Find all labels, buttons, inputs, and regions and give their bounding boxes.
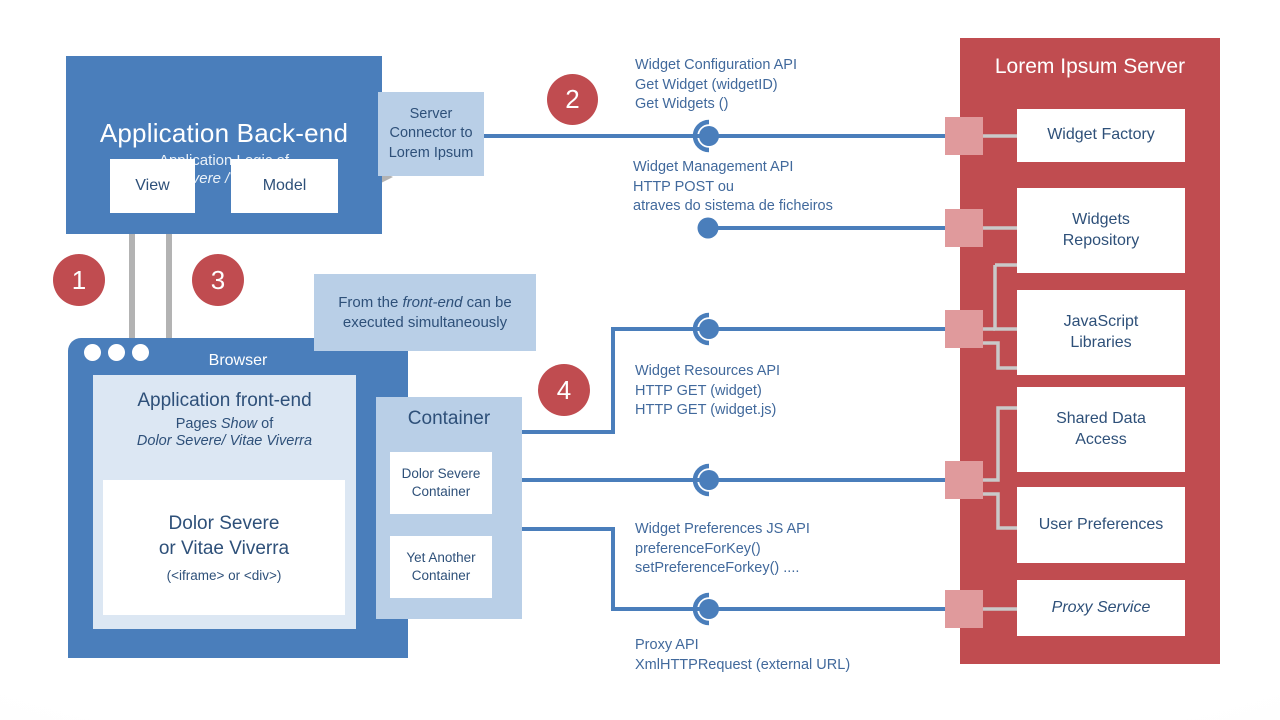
browser-label: Browser bbox=[208, 352, 268, 369]
service-box-javascript-libraries[interactable]: JavaScript Libraries bbox=[1017, 290, 1185, 375]
port-user-preferences bbox=[945, 461, 983, 499]
service-box-label: JavaScript Libraries bbox=[1063, 313, 1139, 351]
service-box-user-preferences[interactable]: User Preferences bbox=[1017, 487, 1185, 563]
iframe-box-line-1: Dolor Severe or Vitae Viverra bbox=[158, 513, 290, 559]
backend-title: Application Back-end bbox=[99, 117, 349, 148]
diagram-canvas: Application Back-end Application Logic o… bbox=[0, 0, 1280, 720]
step-number-3: 3 bbox=[192, 254, 244, 306]
service-box-label: User Preferences bbox=[1038, 515, 1164, 533]
server-connector-box[interactable]: Server Connector to Lorem Ipsum bbox=[378, 92, 484, 176]
server-connector-line-3: Lorem Ipsum bbox=[388, 144, 474, 161]
label-widget-management-api: Widget Management API HTTP POST ou atrav… bbox=[633, 159, 833, 215]
container-box-line-2: Container bbox=[411, 484, 471, 499]
service-box-widget-factory[interactable]: Widget Factory bbox=[1017, 109, 1185, 162]
frontend-subtitle-1: Pages Show of bbox=[175, 416, 274, 432]
frontend-subtitle-2: Dolor Severe/ Vitae Viverra bbox=[136, 433, 313, 449]
container-title: Container bbox=[407, 408, 491, 429]
label-widget-configuration-api: Widget Configuration API Get Widget (wid… bbox=[635, 57, 798, 113]
label-widget-preferences-js-api: Widget Preferences JS API preferenceForK… bbox=[635, 521, 810, 577]
label-proxy-api: Proxy API XmlHTTPRequest (external URL) bbox=[635, 637, 851, 673]
simultaneous-execution-note: From the front-end can be executed simul… bbox=[314, 274, 536, 351]
service-box-widgets-repository[interactable]: Widgets Repository bbox=[1017, 188, 1185, 273]
service-box-proxy-service[interactable]: Proxy Service bbox=[1017, 580, 1185, 636]
step-number-1: 1 bbox=[53, 254, 105, 306]
container-box-line-1: Yet Another bbox=[406, 550, 476, 566]
service-box-label: Proxy Service bbox=[1051, 598, 1151, 616]
model-box[interactable]: Model bbox=[231, 159, 338, 213]
container-box-line-1: Dolor Severe bbox=[401, 466, 481, 482]
container-box-line-2: Container bbox=[411, 568, 471, 583]
port-widget-factory bbox=[945, 117, 983, 155]
view-box[interactable]: View bbox=[110, 159, 195, 213]
service-box-shared-data-access[interactable]: Shared Data Access bbox=[1017, 387, 1185, 472]
iframe-box-line-3: (<iframe> or <div>) bbox=[166, 567, 282, 583]
frontend-iframe-box[interactable]: Dolor Severe or Vitae Viverra (<iframe> … bbox=[103, 480, 345, 615]
socket-widget-management bbox=[697, 217, 719, 239]
step-number-4: 4 bbox=[538, 364, 590, 416]
port-widgets-repository bbox=[945, 209, 983, 247]
port-javascript-libraries bbox=[945, 310, 983, 348]
label-widget-resources-api: Widget Resources API HTTP GET (widget) H… bbox=[635, 363, 781, 419]
frontend-title: Application front-end bbox=[137, 390, 312, 411]
port-proxy-service bbox=[945, 590, 983, 628]
container-box-yet-another[interactable]: Yet Another Container bbox=[390, 536, 492, 598]
service-box-label: Widget Factory bbox=[1047, 126, 1155, 144]
step-number-2: 2 bbox=[547, 74, 598, 125]
container-box-dolor-severe[interactable]: Dolor Severe Container bbox=[390, 452, 492, 514]
service-box-label: Widgets Repository bbox=[1062, 211, 1140, 249]
service-box-label: Shared Data Access bbox=[1056, 410, 1146, 448]
server-connector-line-1: Server bbox=[409, 106, 453, 123]
server-connector-line-2: Connector to bbox=[389, 125, 473, 142]
